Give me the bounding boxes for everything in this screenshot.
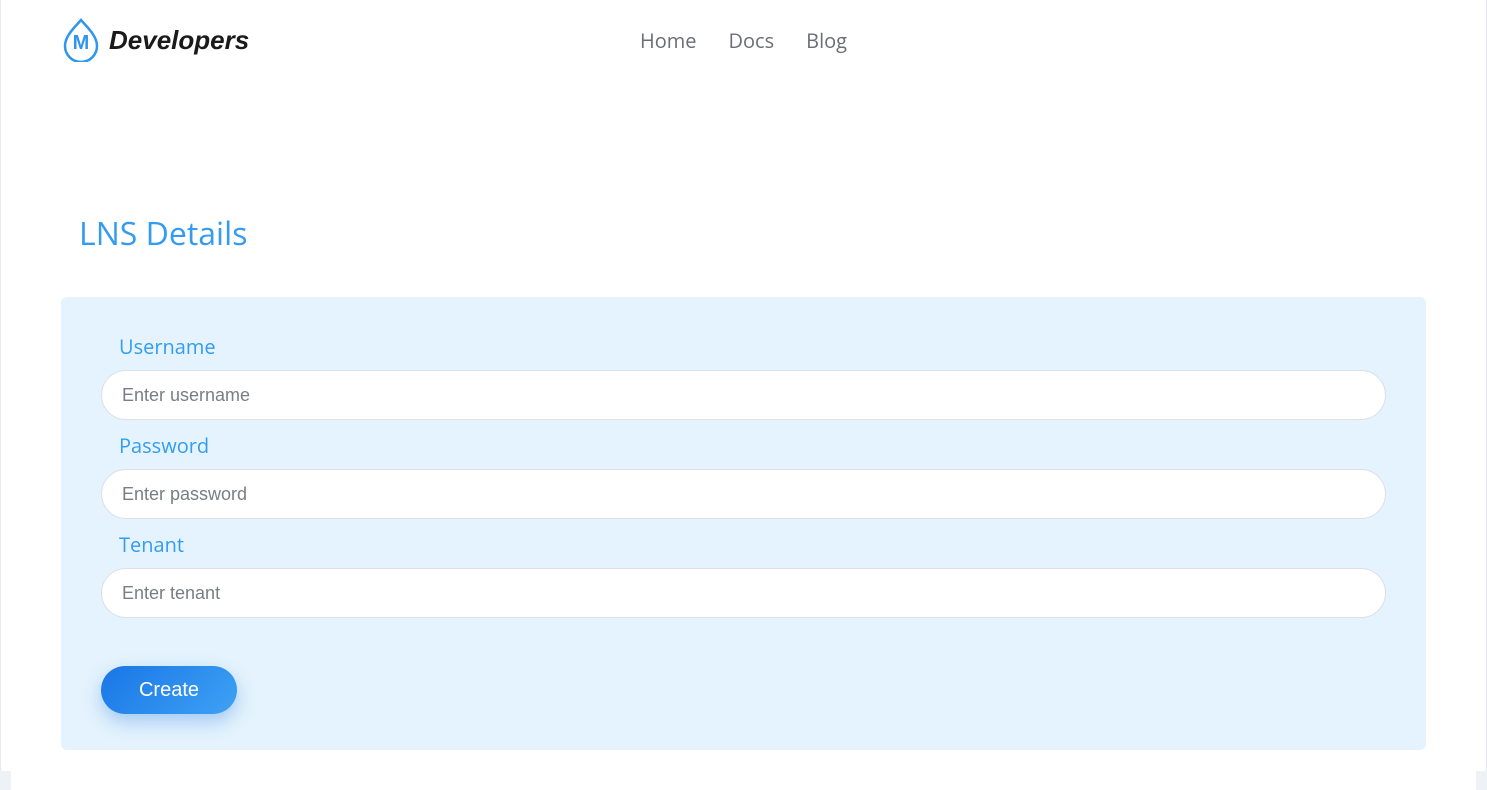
top-nav: Home Docs Blog [640, 27, 847, 54]
brand-logo[interactable]: M Developers [61, 18, 249, 62]
nav-blog[interactable]: Blog [806, 27, 847, 54]
password-input[interactable] [101, 469, 1386, 519]
create-button[interactable]: Create [101, 666, 237, 714]
username-input[interactable] [101, 370, 1386, 420]
content-frame: M Developers Home Docs Blog LNS Details … [11, 0, 1476, 790]
field-tenant: Tenant [101, 531, 1386, 618]
tenant-input[interactable] [101, 568, 1386, 618]
brand-letter: M [73, 32, 90, 54]
section-title: LNS Details [79, 212, 1426, 255]
field-username: Username [101, 333, 1386, 420]
form-actions: Create [101, 666, 1386, 714]
tenant-label: Tenant [119, 531, 1386, 558]
username-label: Username [119, 333, 1386, 360]
nav-home[interactable]: Home [640, 27, 697, 54]
lns-details-form: Username Password Tenant Create [61, 297, 1426, 750]
field-password: Password [101, 432, 1386, 519]
main: LNS Details Username Password Tenant Cre… [11, 62, 1476, 790]
page: M Developers Home Docs Blog LNS Details … [0, 0, 1487, 771]
password-label: Password [119, 432, 1386, 459]
brand-drop-icon: M [61, 18, 101, 62]
nav-docs[interactable]: Docs [729, 27, 775, 54]
brand-name: Developers [109, 25, 249, 56]
header: M Developers Home Docs Blog [11, 0, 1476, 62]
